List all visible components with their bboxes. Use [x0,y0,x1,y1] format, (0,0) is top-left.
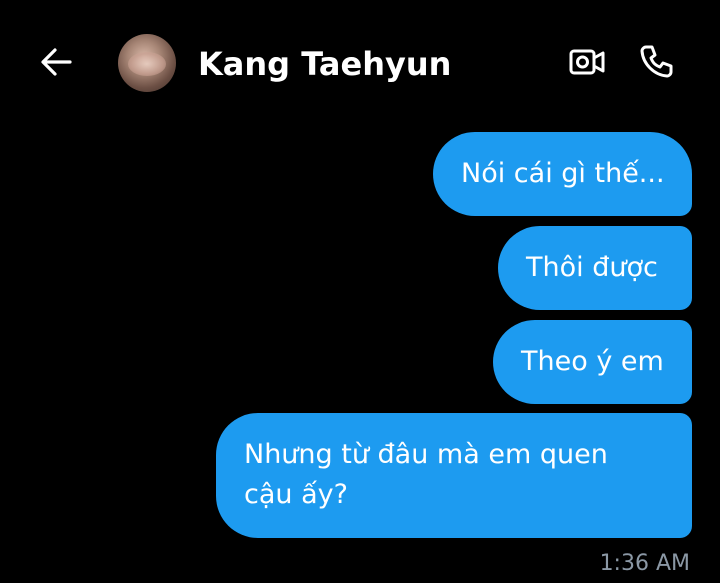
phone-icon [640,45,673,78]
video-camera-icon [569,49,605,75]
message-timestamp: 1:36 AM [599,551,690,576]
arrow-left-icon [41,48,72,76]
message-text: Theo ý em [521,346,664,377]
message-bubble[interactable]: Nhưng từ đâu mà em quen cậu ấy? [216,413,692,538]
avatar-photo [128,52,166,76]
message-bubble[interactable]: Nói cái gì thế... [433,132,692,216]
chat-screen: Kang Taehyun Nói cái gì thế... Thôi được… [0,0,720,583]
message-text: Thôi được [526,252,658,283]
avatar[interactable] [118,34,176,92]
message-text: Nhưng từ đâu mà em quen cậu ấy? [244,439,608,510]
video-call-button[interactable] [566,42,608,82]
back-button[interactable] [36,42,76,82]
voice-call-button[interactable] [636,40,678,82]
chat-header: Kang Taehyun [0,0,720,125]
message-text: Nói cái gì thế... [461,158,665,189]
contact-name[interactable]: Kang Taehyun [198,44,451,84]
message-bubble[interactable]: Thôi được [498,226,692,310]
message-bubble[interactable]: Theo ý em [493,320,692,404]
